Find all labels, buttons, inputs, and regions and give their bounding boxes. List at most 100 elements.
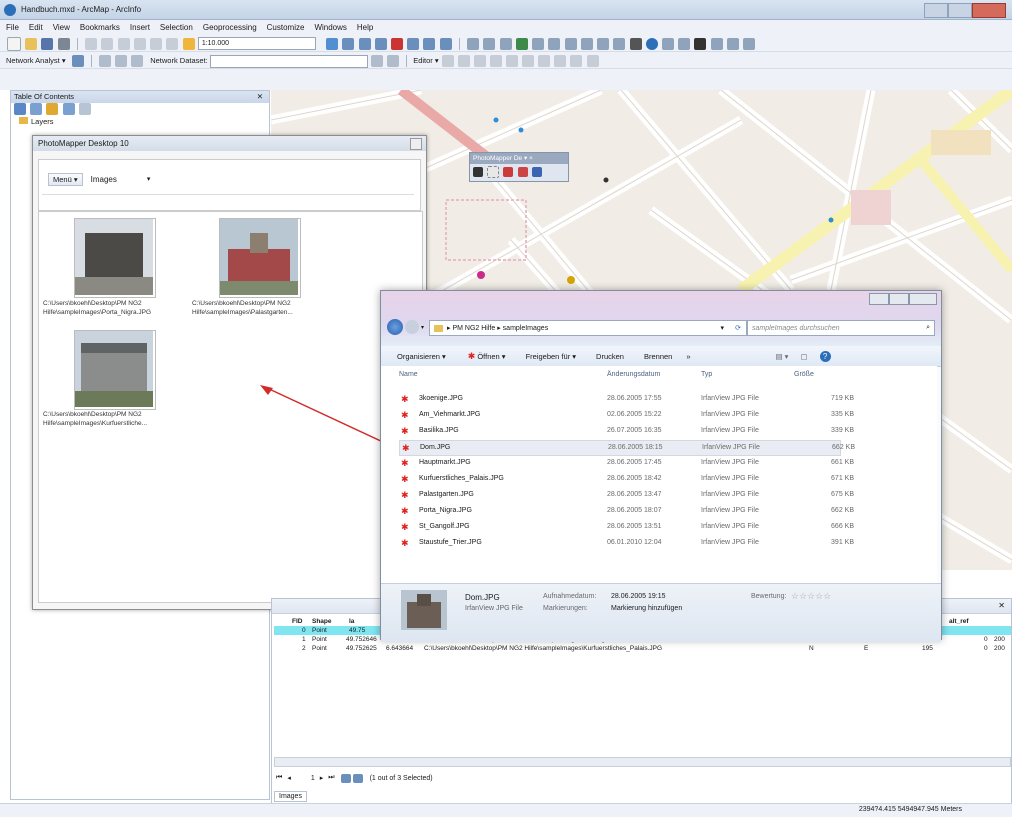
search-window-icon[interactable] [374, 37, 387, 50]
menu-view[interactable]: View [53, 23, 70, 32]
record-number[interactable]: 1 [311, 775, 315, 782]
photomapper-view-select[interactable]: Images [91, 175, 117, 184]
list-by-source-icon[interactable] [30, 103, 43, 115]
file-row[interactable]: ✱ Basilika.JPG 26.07.2005 16:35 IrfanView J… [399, 424, 854, 438]
breadcrumb-sampleimages[interactable]: sampleImages [503, 325, 549, 332]
undo-icon[interactable] [150, 37, 163, 50]
file-row[interactable]: ✱ Kurfuerstliches_Palais.JPG 28.06.2005 18… [399, 472, 854, 486]
column-header-shape[interactable]: Shape [312, 617, 332, 626]
time-slider-icon[interactable] [743, 37, 756, 50]
next-record-icon[interactable]: ▸ [320, 774, 324, 782]
clear-selection-icon[interactable] [613, 37, 626, 50]
attr-close-icon[interactable]: ✕ [998, 601, 1005, 610]
edit-tool-icon[interactable] [457, 55, 470, 68]
table-of-contents-icon[interactable] [342, 37, 355, 50]
edit-tool-icon[interactable] [586, 55, 599, 68]
list-by-drawing-order-icon[interactable] [14, 103, 26, 115]
edit-tool-icon[interactable] [554, 55, 567, 68]
redo-icon[interactable] [166, 37, 179, 50]
forward-button[interactable] [405, 320, 419, 334]
help-icon[interactable]: ? [819, 350, 831, 362]
details-date-value[interactable]: 28.06.2005 19:15 [611, 593, 666, 600]
menu-customize[interactable]: Customize [267, 23, 305, 32]
network-analyst-window-icon[interactable] [71, 55, 84, 68]
print-icon[interactable] [57, 37, 70, 50]
show-all-records-icon[interactable] [340, 773, 351, 783]
search-icon[interactable]: ⌕ [926, 324, 930, 332]
menu-selection[interactable]: Selection [160, 23, 193, 32]
column-header-alt-ref[interactable]: alt_ref [949, 617, 969, 626]
arctoolbox-icon[interactable] [390, 37, 403, 50]
menu-windows[interactable]: Windows [314, 23, 346, 32]
show-selected-records-icon[interactable] [352, 773, 363, 783]
burn-button[interactable]: Brennen [644, 352, 672, 361]
network-tool-icon[interactable] [387, 55, 399, 68]
new-document-icon[interactable] [7, 36, 21, 51]
editor-toolbar-icon[interactable] [326, 37, 339, 50]
select-photos-icon[interactable] [487, 166, 500, 178]
last-record-icon[interactable]: ⏭ [328, 774, 334, 782]
file-row[interactable]: ✱ Hauptmarkt.JPG 28.06.2005 17:45 IrfanView… [399, 456, 854, 470]
camera-icon[interactable] [473, 167, 483, 177]
menu-bookmarks[interactable]: Bookmarks [80, 23, 120, 32]
delete-icon[interactable] [133, 37, 146, 50]
photomapper-menu-button[interactable]: Menü ▾ [48, 172, 83, 186]
edit-tool-icon[interactable] [490, 55, 503, 68]
view-options-icon[interactable]: ▤ ▾ [776, 352, 789, 361]
back-extent-icon[interactable] [564, 37, 577, 50]
menu-file[interactable]: File [6, 23, 19, 32]
column-header-date[interactable]: Änderungsdatum [607, 368, 660, 382]
network-tool-icon[interactable] [131, 55, 144, 68]
floating-toolbar-title[interactable]: PhotoMapper De ▾ × [470, 153, 568, 164]
back-button[interactable] [387, 319, 403, 335]
share-button[interactable]: Freigeben für ▾ [526, 352, 576, 361]
menu-geoprocessing[interactable]: Geoprocessing [203, 23, 257, 32]
go-to-xy-icon[interactable] [726, 37, 739, 50]
preview-pane-icon[interactable]: ▢ [800, 352, 807, 361]
file-row[interactable]: ✱ Staustufe_Trier.JPG 06.01.2010 12:04 Irfa… [399, 536, 854, 550]
zoom-out-icon[interactable] [483, 37, 496, 50]
search-input[interactable]: sampleImages durchsuchen [752, 325, 840, 332]
list-by-selection-icon[interactable] [62, 103, 75, 115]
refresh-icon[interactable]: ⟳ [735, 324, 741, 332]
explorer-minimize-button[interactable] [869, 293, 889, 305]
catalog-icon[interactable] [358, 37, 371, 50]
chevron-down-icon[interactable]: ▾ [421, 324, 424, 331]
edit-tool-icon[interactable] [538, 55, 551, 68]
more-commands-button[interactable]: » [686, 352, 690, 361]
first-record-icon[interactable]: ⏮ [276, 774, 282, 782]
file-row[interactable]: ✱ Porta_Nigra.JPG 28.06.2005 18:07 IrfanVie… [399, 504, 854, 518]
open-folder-icon[interactable] [25, 37, 38, 50]
network-dataset-combo[interactable] [209, 54, 368, 68]
options-icon[interactable] [78, 103, 91, 115]
file-row[interactable]: ✱ 3koenige.JPG 28.06.2005 17:55 IrfanView J… [399, 392, 854, 406]
table-tab-images[interactable]: Images [274, 791, 307, 802]
select-features-icon[interactable] [597, 37, 610, 50]
open-button[interactable]: Öffnen ▾ [477, 352, 505, 361]
forward-extent-icon[interactable] [580, 37, 593, 50]
fixed-zoom-in-icon[interactable] [532, 37, 545, 50]
thumbnail-porta-nigra[interactable] [74, 218, 156, 298]
explorer-close-button[interactable] [909, 293, 937, 305]
details-tags-value[interactable]: Markierung hinzufügen [611, 605, 682, 612]
save-icon[interactable] [41, 37, 54, 50]
locate-icon[interactable] [503, 167, 514, 177]
horizontal-scrollbar[interactable] [274, 757, 1011, 767]
editor-menu[interactable]: Editor ▾ [413, 56, 438, 65]
file-row[interactable]: ✱ Palastgarten.JPG 28.06.2005 13:47 IrfanVi… [399, 488, 854, 502]
measure-icon[interactable] [678, 37, 691, 50]
add-data-icon[interactable] [182, 37, 195, 50]
network-tool-icon[interactable] [370, 55, 383, 68]
edit-tool-icon[interactable] [473, 55, 486, 68]
html-popup-icon[interactable] [661, 37, 674, 50]
copy-icon[interactable] [101, 37, 114, 50]
identify-icon[interactable] [645, 37, 658, 50]
print-button[interactable]: Drucken [596, 352, 624, 361]
minimize-button[interactable] [924, 3, 948, 18]
zoom-in-icon[interactable] [467, 37, 480, 50]
toc-close-icon[interactable]: ✕ [257, 91, 263, 103]
cut-icon[interactable] [85, 37, 98, 50]
help-icon[interactable] [439, 37, 452, 50]
find-icon[interactable] [694, 37, 707, 50]
menu-insert[interactable]: Insert [130, 23, 150, 32]
